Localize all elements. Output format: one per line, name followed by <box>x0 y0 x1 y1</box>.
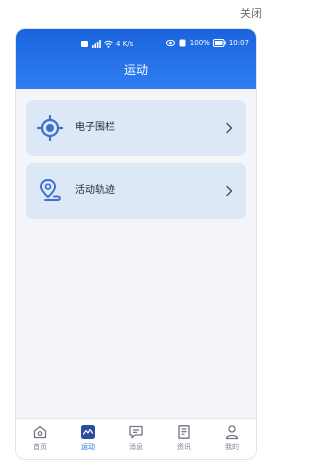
tab-profile[interactable]: 我的 <box>208 419 256 459</box>
signal-icon <box>92 40 101 48</box>
message-icon <box>129 425 143 439</box>
chevron-right-icon <box>226 185 233 197</box>
tab-label: 资讯 <box>177 443 191 451</box>
tab-label: 消息 <box>129 443 143 451</box>
app-header: 4 K/s 100% 10:07 运动 <box>16 29 256 89</box>
wifi-icon <box>104 40 113 48</box>
profile-icon <box>225 425 239 440</box>
network-speed-unit: K/s <box>122 40 134 48</box>
tab-messages[interactable]: 消息 <box>112 419 160 459</box>
chevron-right-icon <box>226 122 233 134</box>
battery-icon <box>212 39 226 47</box>
eye-comfort-icon <box>165 39 175 47</box>
tab-sport[interactable]: 运动 <box>64 419 112 459</box>
sim-card-icon <box>80 40 89 48</box>
tab-label: 运动 <box>81 443 95 451</box>
tab-label: 我的 <box>225 443 239 451</box>
network-speed-value: 4 K/s <box>116 39 133 49</box>
page-title: 运动 <box>123 63 148 77</box>
menu-item-label: 电子围栏 <box>75 122 115 133</box>
network-speed-number: 4 <box>116 40 121 48</box>
close-link[interactable]: 关闭 <box>240 5 262 21</box>
alarm-icon <box>178 39 187 47</box>
location-route-icon <box>40 179 61 201</box>
status-bar-network-group: 4 K/s <box>80 39 133 49</box>
phone-screen: 4 K/s 100% 10:07 运动 电子围栏 活动轨迹 首页 运动 消息 资… <box>15 28 257 460</box>
activity-chart-icon <box>81 425 95 439</box>
news-icon <box>178 425 190 439</box>
home-icon <box>33 425 47 439</box>
menu-item-geofence[interactable]: 电子围栏 <box>26 100 246 156</box>
battery-percent: 100% <box>189 39 210 47</box>
clock-time: 10:07 <box>228 39 249 47</box>
tab-news[interactable]: 资讯 <box>160 419 208 459</box>
menu-item-label: 活动轨迹 <box>75 185 115 196</box>
status-bar: 4 K/s 100% 10:07 <box>16 35 256 51</box>
menu-item-activity-track[interactable]: 活动轨迹 <box>26 163 246 219</box>
tab-home[interactable]: 首页 <box>16 419 64 459</box>
status-bar-right-group: 100% 10:07 <box>165 38 249 48</box>
geofence-target-icon <box>37 115 63 141</box>
tab-label: 首页 <box>33 443 47 451</box>
bottom-tab-bar: 首页 运动 消息 资讯 我的 <box>16 418 256 459</box>
